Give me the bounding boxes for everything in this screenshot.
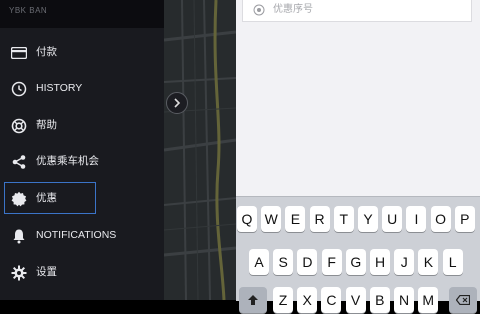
menu-item-payment[interactable]: 付款 — [0, 36, 164, 68]
promo-tag-icon — [253, 3, 265, 21]
help-lifebuoy-icon — [11, 118, 27, 134]
onscreen-keyboard: QWERTYUIOP ASDFGHJKL ZXCVBNM — [236, 196, 480, 313]
key-z[interactable]: Z — [273, 287, 293, 313]
key-t[interactable]: T — [333, 206, 354, 232]
key-n[interactable]: N — [394, 287, 414, 313]
share-icon — [11, 154, 27, 170]
menu-item-promotions[interactable]: 优惠 — [4, 182, 96, 214]
key-l[interactable]: L — [442, 249, 463, 275]
key-f[interactable]: F — [321, 249, 342, 275]
map-view[interactable] — [164, 0, 236, 300]
key-i[interactable]: I — [406, 206, 427, 232]
key-g[interactable]: G — [345, 249, 366, 275]
menu-item-notifications[interactable]: NOTIFICATIONS — [0, 219, 164, 251]
menu-item-label: HISTORY — [36, 82, 83, 94]
promo-badge-icon — [11, 191, 27, 207]
key-a[interactable]: A — [249, 249, 269, 275]
menu-item-label: 优惠 — [36, 192, 57, 204]
shift-arrow-icon — [248, 295, 258, 305]
card-icon — [11, 45, 27, 61]
promo-code-input[interactable] — [273, 0, 463, 18]
menu-item-settings[interactable]: 设置 — [0, 256, 164, 288]
menu-item-history[interactable]: HISTORY — [0, 72, 164, 104]
key-y[interactable]: Y — [358, 206, 378, 232]
map-dim-overlay — [164, 0, 236, 300]
key-e[interactable]: E — [285, 206, 306, 232]
bell-icon — [11, 228, 27, 244]
key-q[interactable]: Q — [237, 206, 257, 232]
key-v[interactable]: V — [345, 287, 366, 313]
key-w[interactable]: W — [261, 206, 282, 232]
key-m[interactable]: M — [418, 287, 439, 313]
drawer-header: YBK BAN — [0, 0, 164, 28]
backspace-icon — [455, 294, 471, 306]
menu-item-label: NOTIFICATIONS — [36, 229, 117, 241]
key-j[interactable]: J — [394, 249, 415, 275]
menu-item-label: 帮助 — [36, 119, 57, 131]
shift-key[interactable] — [239, 287, 267, 313]
promo-code-field[interactable] — [242, 0, 472, 22]
key-s[interactable]: S — [273, 249, 294, 275]
key-c[interactable]: C — [321, 287, 342, 313]
key-u[interactable]: U — [382, 206, 403, 232]
backspace-key[interactable] — [449, 287, 477, 313]
chevron-right-icon — [174, 98, 181, 108]
key-k[interactable]: K — [418, 249, 439, 275]
user-name: YBK BAN — [9, 6, 48, 15]
menu-item-label: 付款 — [36, 46, 57, 58]
menu-item-label: 优惠乘车机会 — [36, 155, 99, 167]
menu-item-help[interactable]: 帮助 — [0, 109, 164, 141]
menu-item-free-rides[interactable]: 优惠乘车机会 — [0, 145, 164, 177]
gear-icon — [11, 265, 27, 281]
navigation-drawer: YBK BAN 付款 HISTORY 帮助 优惠乘车机会 优惠 NOTIFICA… — [0, 0, 164, 300]
history-icon — [11, 81, 27, 97]
key-r[interactable]: R — [309, 206, 330, 232]
key-b[interactable]: B — [369, 287, 390, 313]
key-o[interactable]: O — [430, 206, 451, 232]
key-h[interactable]: H — [370, 249, 390, 275]
key-d[interactable]: D — [297, 249, 318, 275]
drawer-toggle-button[interactable] — [166, 92, 188, 114]
key-p[interactable]: P — [454, 206, 475, 232]
menu-item-label: 设置 — [36, 266, 57, 278]
key-x[interactable]: X — [297, 287, 318, 313]
